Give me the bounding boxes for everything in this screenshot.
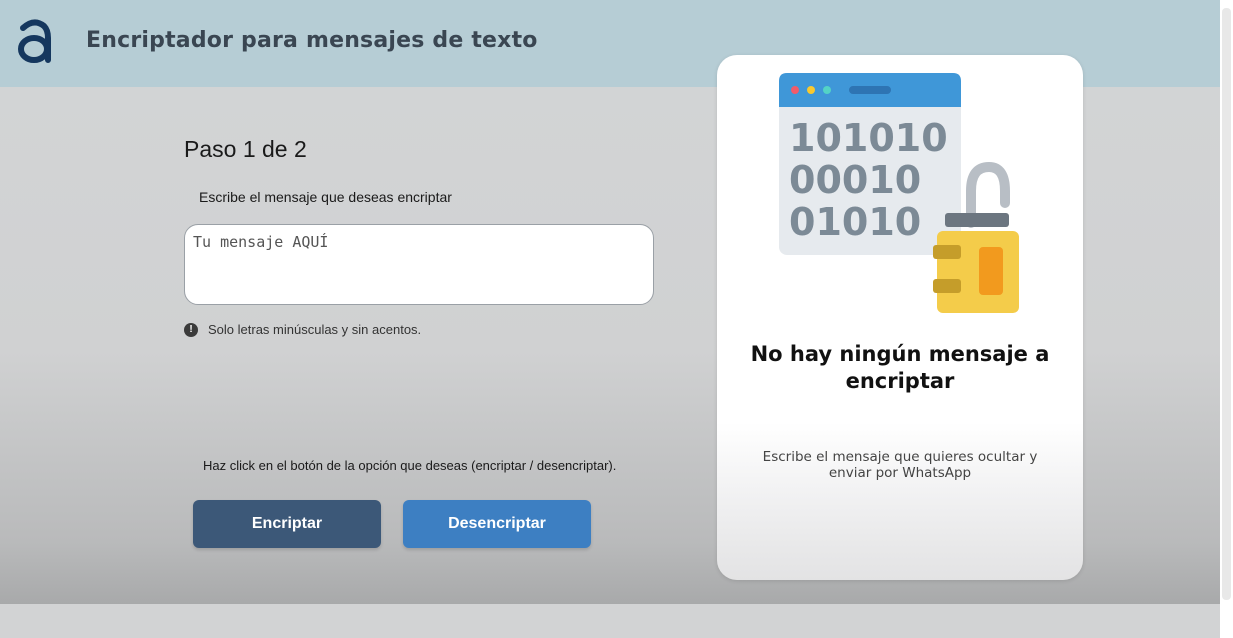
- letter-a-logo: [18, 19, 51, 63]
- scrollbar[interactable]: [1220, 0, 1233, 638]
- page-background: Encriptador para mensajes de texto Paso …: [0, 0, 1220, 638]
- click-instruction: Haz click en el botón de la opción que d…: [203, 458, 617, 473]
- binary-line-1: 101010: [789, 116, 948, 160]
- footer: [0, 604, 1220, 638]
- binary-line-3: 01010: [789, 200, 921, 244]
- exclamation-icon: !: [184, 322, 198, 337]
- message-input[interactable]: [184, 224, 654, 305]
- input-instruction: Escribe el mensaje que deseas encriptar: [199, 189, 452, 205]
- result-panel: 101010 00010 01010 No hay ningún mensaje…: [717, 55, 1083, 580]
- empty-state-subtitle: Escribe el mensaje que quieres ocultar y…: [762, 449, 1038, 481]
- scrollbar-thumb[interactable]: [1222, 8, 1231, 600]
- binary-line-2: 00010: [789, 158, 921, 202]
- encrypt-button[interactable]: Encriptar: [193, 500, 381, 548]
- hint: ! Solo letras minúsculas y sin acentos.: [184, 322, 421, 337]
- empty-state-title: No hay ningún mensaje a encriptar: [750, 342, 1050, 393]
- step-title: Paso 1 de 2: [184, 136, 307, 162]
- app-title: Encriptador para mensajes de texto: [86, 28, 538, 53]
- hint-text: Solo letras minúsculas y sin acentos.: [208, 322, 422, 337]
- encrypted-window-lock-icon: 101010 00010 01010: [779, 73, 1019, 313]
- decrypt-button[interactable]: Desencriptar: [403, 500, 591, 548]
